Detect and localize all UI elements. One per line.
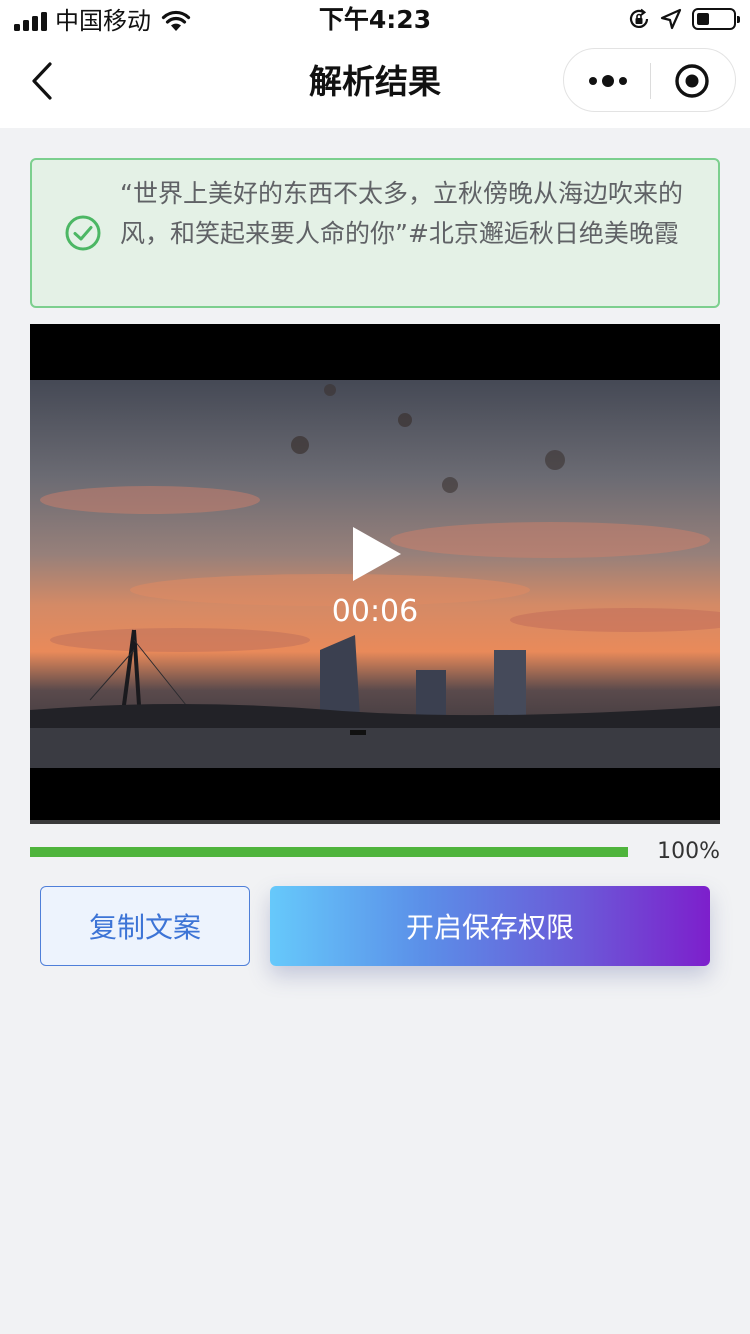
more-dot-icon [589,77,597,85]
location-icon [660,8,682,30]
close-target-button[interactable] [674,63,710,99]
video-duration: 00:06 [331,594,419,629]
download-progress-fill [30,847,628,857]
video-player[interactable]: 00:06 [30,324,720,824]
battery-icon [692,8,740,30]
nav-bar: 解析结果 [0,40,750,128]
download-progress-bar [30,847,628,857]
status-right [628,8,740,30]
more-dot-icon [602,75,614,87]
capsule-divider [650,63,651,99]
mini-program-capsule [563,48,736,112]
video-bottom-bar [30,820,720,824]
orientation-lock-icon [629,8,649,28]
result-caption-box: “世界上美好的东西不太多，立秋傍晚从海边吹来的风，和笑起来要人命的你”#北京邂逅… [30,158,720,308]
copy-caption-button[interactable]: 复制文案 [40,886,250,966]
check-circle-icon [65,215,101,251]
download-progress-label: 100% [657,839,720,864]
more-dot-icon [619,77,627,85]
caption-text: “世界上美好的东西不太多，立秋傍晚从海边吹来的风，和笑起来要人命的你”#北京邂逅… [120,179,683,248]
status-bar: 中国移动 下午4:23 [0,0,750,40]
more-button[interactable] [580,61,636,101]
enable-save-permission-button[interactable]: 开启保存权限 [270,886,710,966]
play-icon[interactable] [349,524,405,584]
